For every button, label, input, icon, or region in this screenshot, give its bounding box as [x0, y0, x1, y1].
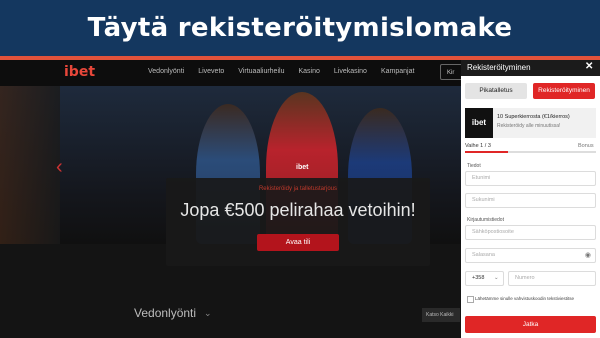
email-field[interactable]: Sähköpostiosoite [465, 225, 596, 240]
step-indicator: Vaihe 1 / 3 [465, 143, 491, 149]
modal-title: Rekisteröityminen [467, 63, 531, 72]
chevron-down-icon: ⌄ [494, 275, 499, 281]
nav-item-sportsbook[interactable]: Vedonlyönti [148, 68, 184, 75]
close-icon[interactable]: ✕ [585, 61, 593, 72]
progress-bar-fill [465, 151, 509, 153]
modal-promo: ibet 10 Superkierrosta (€1/kierros) Reki… [465, 108, 596, 138]
nav-item-virtual[interactable]: Virtuaaliurheilu [238, 68, 284, 75]
details-label: Tiedot [467, 163, 481, 169]
password-placeholder: Salasana [472, 252, 495, 258]
continue-button[interactable]: Jatka [465, 316, 596, 333]
last-name-field[interactable]: Sukunimi [465, 193, 596, 208]
modal-promo-logo: ibet [465, 108, 493, 138]
see-all-button[interactable]: Katso Kaikki [422, 308, 460, 322]
phone-prefix-select[interactable]: +358 ⌄ [465, 271, 504, 286]
open-account-button[interactable]: Avaa tili [257, 234, 339, 251]
sms-checkbox[interactable] [467, 296, 474, 303]
chevron-left-icon[interactable]: ‹ [56, 156, 63, 179]
tab-registration[interactable]: Rekisteröityminen [533, 83, 595, 99]
nav-item-live-casino[interactable]: Livekasino [334, 68, 367, 75]
top-banner: Täytä rekisteröitymislomake [0, 0, 600, 56]
nav-item-promotions[interactable]: Kampanjat [381, 68, 414, 75]
phone-placeholder: Numero [515, 275, 535, 281]
sms-checkbox-label: Lähetämme sinulle vahvistuskoodin teksti… [475, 296, 575, 301]
promo-title: Jopa €500 pelirahaa vetoihin! [180, 200, 416, 220]
modal-header: Rekisteröityminen ✕ [461, 60, 600, 76]
shirt-logo: ibet [296, 164, 309, 171]
promo-box: Rekisteröidy ja talletustarjous Jopa €50… [166, 178, 430, 266]
email-placeholder: Sähköpostiosoite [472, 229, 514, 235]
bonus-step-label: Bonus [578, 143, 594, 149]
promo-small-text: Rekisteröidy ja talletustarjous [258, 186, 338, 192]
modal-promo-subtitle: Rekisteröidy alle minuutissa! [497, 123, 561, 129]
last-name-placeholder: Sukunimi [472, 197, 495, 203]
progress-bar [465, 151, 596, 153]
registration-modal: Rekisteröityminen ✕ Pikatalletus Rekiste… [461, 60, 600, 338]
nav-item-live[interactable]: Liveveto [198, 68, 224, 75]
site-logo[interactable]: ibet [64, 64, 95, 80]
phone-prefix-value: +358 [472, 275, 485, 281]
tab-quick-deposit[interactable]: Pikatalletus [465, 83, 527, 99]
login-details-label: Kirjautumistiedot [467, 217, 504, 223]
nav-items: Vedonlyönti Liveveto Virtuaaliurheilu Ka… [148, 68, 414, 75]
first-name-field[interactable]: Etunimi [465, 171, 596, 186]
first-name-placeholder: Etunimi [472, 175, 491, 181]
chevron-down-icon[interactable]: ⌄ [204, 308, 212, 319]
section-title: Vedonlyönti [134, 306, 197, 320]
password-field[interactable]: Salasana ◉ [465, 248, 596, 263]
nav-item-casino[interactable]: Kasino [298, 68, 319, 75]
phone-number-field[interactable]: Numero [508, 271, 596, 286]
hero-left-artwork [0, 86, 60, 244]
eye-slash-icon[interactable]: ◉ [585, 251, 591, 259]
modal-promo-title: 10 Superkierrosta (€1/kierros) [497, 114, 570, 120]
banner-title: Täytä rekisteröitymislomake [87, 13, 513, 43]
